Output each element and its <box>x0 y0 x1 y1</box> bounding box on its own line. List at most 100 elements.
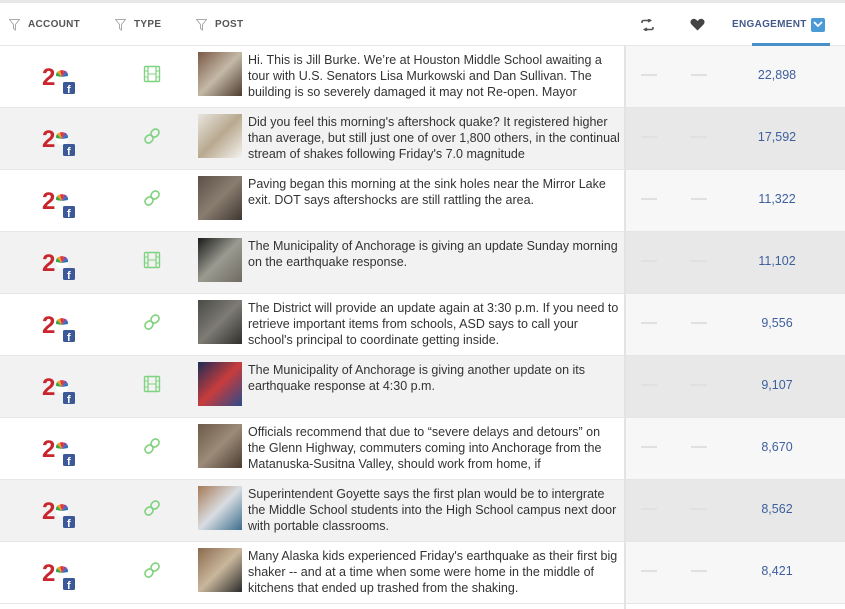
engagement-value: 8,562 <box>761 502 793 516</box>
account-logo[interactable]: 2 f <box>42 311 76 344</box>
engagement-value: 9,556 <box>761 316 793 330</box>
post-text[interactable]: Superintendent Goyette says the first pl… <box>248 486 620 534</box>
svg-text:2: 2 <box>42 312 55 339</box>
svg-text:f: f <box>67 580 71 591</box>
metrics-zone <box>625 542 845 603</box>
engagement-value: 8,421 <box>761 564 793 578</box>
svg-text:f: f <box>67 394 71 405</box>
post-thumbnail[interactable] <box>198 362 242 406</box>
likes-count-empty <box>691 446 707 448</box>
post-text[interactable]: Hi. This is Jill Burke. We’re at Houston… <box>248 52 620 100</box>
film-icon <box>143 375 161 393</box>
account-logo[interactable]: 2 f <box>42 559 76 592</box>
account-logo[interactable]: 2 f <box>42 435 76 468</box>
metrics-zone <box>625 480 845 541</box>
retweet-count-empty <box>641 446 657 448</box>
metrics-zone <box>625 108 845 169</box>
svg-text:f: f <box>67 332 71 343</box>
account-logo[interactable]: 2 f <box>42 249 76 282</box>
link-icon <box>143 561 161 579</box>
link-icon <box>143 127 161 145</box>
svg-text:2: 2 <box>42 374 55 401</box>
account-logo[interactable]: 2 f <box>42 187 76 220</box>
film-icon <box>143 65 161 83</box>
film-icon <box>143 251 161 269</box>
likes-column-header[interactable] <box>690 3 705 46</box>
table-row[interactable]: 2 f Superintendent Goyette says the firs… <box>0 480 845 542</box>
account-logo[interactable]: 2 f <box>42 497 76 530</box>
metrics-zone <box>625 232 845 293</box>
post-thumbnail[interactable] <box>198 548 242 592</box>
account-logo[interactable]: 2 f <box>42 125 76 158</box>
table-row[interactable]: 2 f The District will provide an update … <box>0 294 845 356</box>
likes-count-empty <box>691 384 707 386</box>
account-logo[interactable]: 2 f <box>42 373 76 406</box>
table-header: ACCOUNT TYPE POST ENGAGEMENT <box>0 0 845 46</box>
post-thumbnail[interactable] <box>198 114 242 158</box>
retweet-count-empty <box>641 384 657 386</box>
post-text[interactable]: Officials recommend that due to “severe … <box>248 424 620 472</box>
likes-count-empty <box>691 322 707 324</box>
post-text[interactable]: Paving began this morning at the sink ho… <box>248 176 620 224</box>
account-column-header[interactable]: ACCOUNT <box>9 3 80 46</box>
post-thumbnail[interactable] <box>198 300 242 344</box>
post-column-header[interactable]: POST <box>196 3 243 46</box>
table-row[interactable]: 2 f Did you feel this morning's aftersho… <box>0 108 845 170</box>
post-thumbnail[interactable] <box>198 176 242 220</box>
likes-count-empty <box>691 74 707 76</box>
likes-count-empty <box>691 260 707 262</box>
table-row[interactable]: 2 f The Municipality of Anchorage is giv… <box>0 356 845 418</box>
post-thumbnail[interactable] <box>198 486 242 530</box>
retweet-count-empty <box>641 136 657 138</box>
retweet-column-header[interactable] <box>640 3 655 46</box>
engagement-value: 17,592 <box>757 130 797 144</box>
svg-text:2: 2 <box>42 498 55 525</box>
link-icon <box>143 499 161 517</box>
filter-icon[interactable] <box>196 18 207 31</box>
metrics-zone <box>625 294 845 355</box>
sort-button[interactable] <box>810 17 825 32</box>
metrics-zone <box>625 418 845 479</box>
engagement-column-header[interactable]: ENGAGEMENT <box>732 3 830 46</box>
retweet-count-empty <box>641 508 657 510</box>
metrics-zone <box>625 356 845 417</box>
type-header-label: TYPE <box>134 19 162 30</box>
post-text[interactable]: The Municipality of Anchorage is giving … <box>248 238 620 286</box>
metrics-zone <box>625 46 845 107</box>
type-column-header[interactable]: TYPE <box>115 3 161 46</box>
account-logo[interactable]: 2 f <box>42 63 76 96</box>
filter-icon[interactable] <box>9 18 20 31</box>
likes-count-empty <box>691 508 707 510</box>
chevron-down-icon <box>813 21 823 28</box>
post-text[interactable]: Many Alaska kids experienced Friday's ea… <box>248 548 620 596</box>
heart-icon <box>690 18 705 31</box>
link-icon <box>143 313 161 331</box>
link-icon <box>143 189 161 207</box>
svg-text:2: 2 <box>42 250 55 277</box>
column-divider <box>624 46 626 609</box>
engagement-value: 22,898 <box>757 68 797 82</box>
engagement-header-label: ENGAGEMENT <box>732 19 807 30</box>
likes-count-empty <box>691 570 707 572</box>
table-row[interactable]: 2 f Officials recommend that due to “sev… <box>0 418 845 480</box>
posts-table: 2 f Hi. This is Jill Burke. We’re at Hou… <box>0 46 845 604</box>
post-thumbnail[interactable] <box>198 52 242 96</box>
svg-text:2: 2 <box>42 560 55 587</box>
engagement-value: 11,102 <box>758 254 796 268</box>
retweet-count-empty <box>641 74 657 76</box>
metrics-zone <box>625 170 845 231</box>
post-text[interactable]: Did you feel this morning's aftershock q… <box>248 114 620 162</box>
table-row[interactable]: 2 f Many Alaska kids experienced Friday'… <box>0 542 845 604</box>
engagement-value: 11,322 <box>758 192 796 206</box>
post-thumbnail[interactable] <box>198 424 242 468</box>
post-text[interactable]: The District will provide an update agai… <box>248 300 620 348</box>
table-row[interactable]: 2 f Hi. This is Jill Burke. We’re at Hou… <box>0 46 845 108</box>
table-row[interactable]: 2 f Paving began this morning at the sin… <box>0 170 845 232</box>
filter-icon[interactable] <box>115 18 126 31</box>
svg-text:f: f <box>67 456 71 467</box>
retweet-count-empty <box>641 570 657 572</box>
table-row[interactable]: 2 f The Municipality of Anchorage is giv… <box>0 232 845 294</box>
post-thumbnail[interactable] <box>198 238 242 282</box>
engagement-value: 9,107 <box>761 378 793 392</box>
post-text[interactable]: The Municipality of Anchorage is giving … <box>248 362 620 410</box>
